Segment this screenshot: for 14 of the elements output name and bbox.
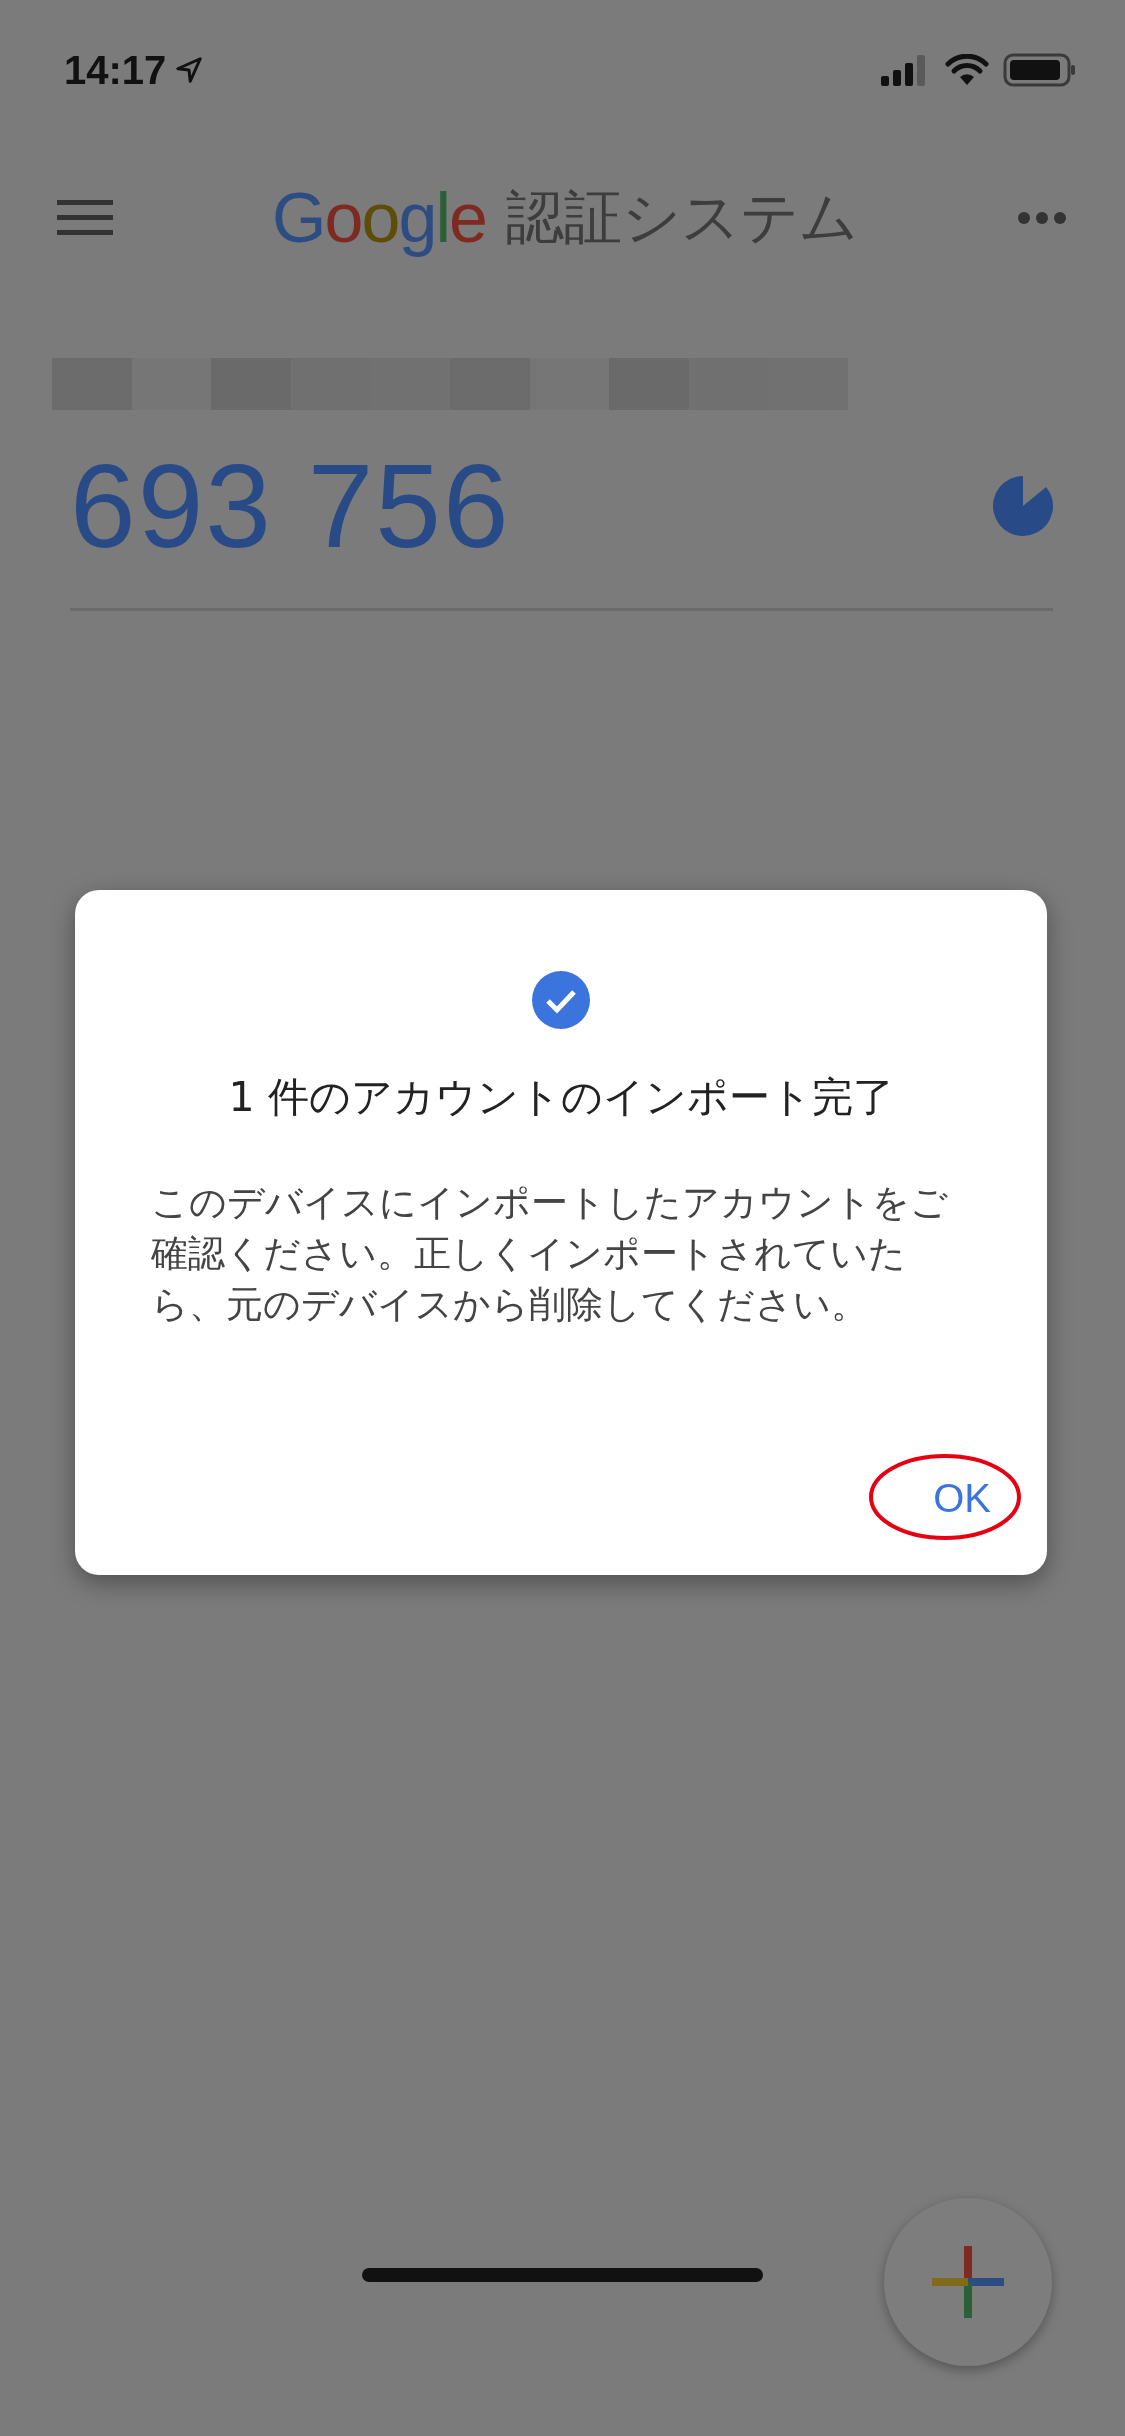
- dialog-message: このデバイスにインポートしたアカウントをご確認ください。正しくインポートされていたら、元のデバイスから削除してください。: [151, 1180, 949, 1328]
- wifi-icon: [945, 54, 989, 86]
- location-arrow-icon: [174, 55, 205, 85]
- google-logo: Google: [272, 178, 486, 258]
- more-icon[interactable]: [1017, 211, 1067, 225]
- battery-icon: [1003, 53, 1077, 87]
- status-time: 14:17: [64, 47, 167, 93]
- menu-icon[interactable]: [57, 198, 113, 238]
- plus-icon: [932, 2246, 1004, 2318]
- otp-code: 693 756: [70, 439, 511, 574]
- check-circle-icon: [531, 970, 591, 1030]
- dialog-title: 1 件のアカウントのインポート完了: [228, 1072, 894, 1123]
- app-title: 認証システム: [505, 182, 858, 253]
- countdown-timer-icon: [993, 476, 1053, 536]
